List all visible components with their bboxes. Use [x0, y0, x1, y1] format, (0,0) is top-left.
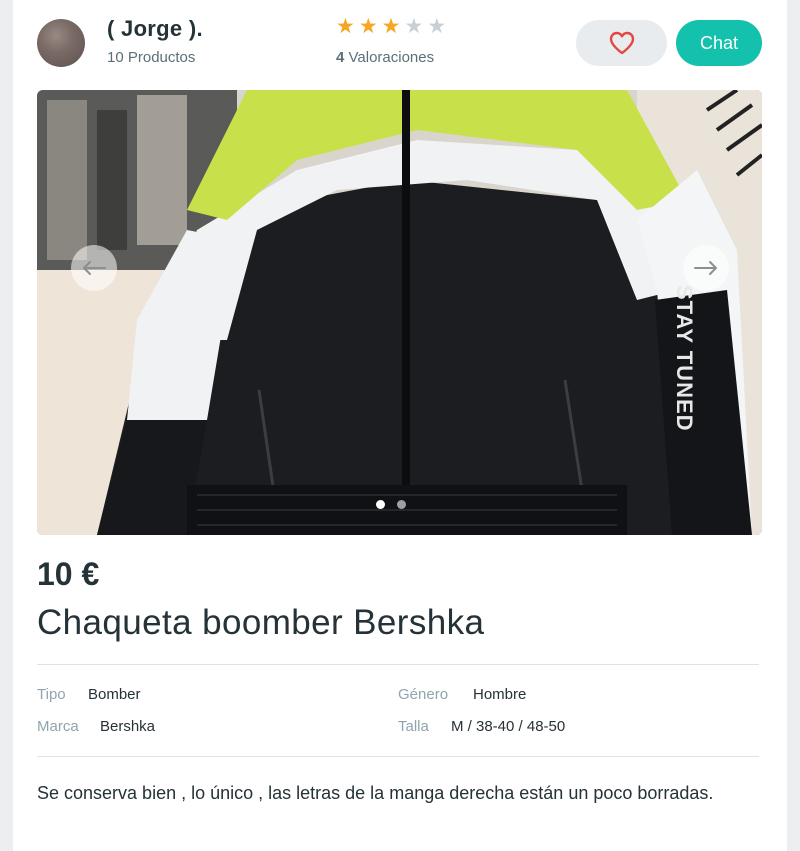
sleeve-text: STAY TUNED	[672, 285, 697, 432]
attr-tipo-label: Tipo	[37, 686, 66, 703]
product-photo: STAY TUNED	[37, 90, 762, 535]
star-icon: ★	[336, 15, 355, 38]
star-icon: ★	[358, 15, 378, 38]
pagination-dot-active[interactable]	[376, 500, 385, 509]
product-image-carousel[interactable]: STAY TUNED	[37, 90, 762, 535]
pagination-dot[interactable]	[397, 500, 406, 509]
rating-number: 4	[336, 49, 345, 66]
arrow-right-icon	[694, 261, 717, 275]
divider	[37, 664, 759, 665]
rating-stars: ★ ★ ★ ★ ★	[336, 16, 446, 38]
heart-icon	[609, 31, 634, 55]
product-title: Chaqueta boomber Bershka	[37, 603, 485, 642]
star-icon: ★	[381, 15, 401, 38]
rating-label: Valoraciones	[348, 49, 435, 66]
attr-tipo-value: Bomber	[88, 686, 141, 703]
next-image-button[interactable]	[683, 245, 729, 291]
seller-name[interactable]: ( Jorge ).	[107, 16, 203, 42]
product-description: Se conserva bien , lo único , las letras…	[37, 783, 714, 803]
star-icon: ★	[404, 15, 424, 38]
star-icon: ★	[427, 15, 447, 38]
attr-talla-value: M / 38-40 / 48-50	[451, 718, 566, 735]
attr-genero-value: Hombre	[473, 686, 527, 703]
attr-genero-label: Género	[398, 686, 449, 703]
seller-products-count: 10 Productos	[107, 49, 196, 66]
chat-button[interactable]: Chat	[676, 20, 762, 66]
arrow-left-icon	[83, 261, 106, 275]
carousel-pagination	[376, 500, 406, 509]
attr-marca-value: Bershka	[100, 718, 156, 735]
divider	[37, 756, 759, 757]
attr-marca-label: Marca	[37, 718, 79, 735]
favorite-button[interactable]	[576, 20, 667, 66]
seller-avatar[interactable]	[37, 19, 85, 67]
product-price: 10 €	[37, 556, 100, 592]
attr-talla-label: Talla	[398, 718, 429, 735]
product-card: ( Jorge ). 10 Productos ★ ★ ★ ★ ★ 4 Valo…	[13, 0, 787, 851]
rating-count[interactable]: 4 Valoraciones	[336, 49, 434, 66]
previous-image-button[interactable]	[71, 245, 117, 291]
